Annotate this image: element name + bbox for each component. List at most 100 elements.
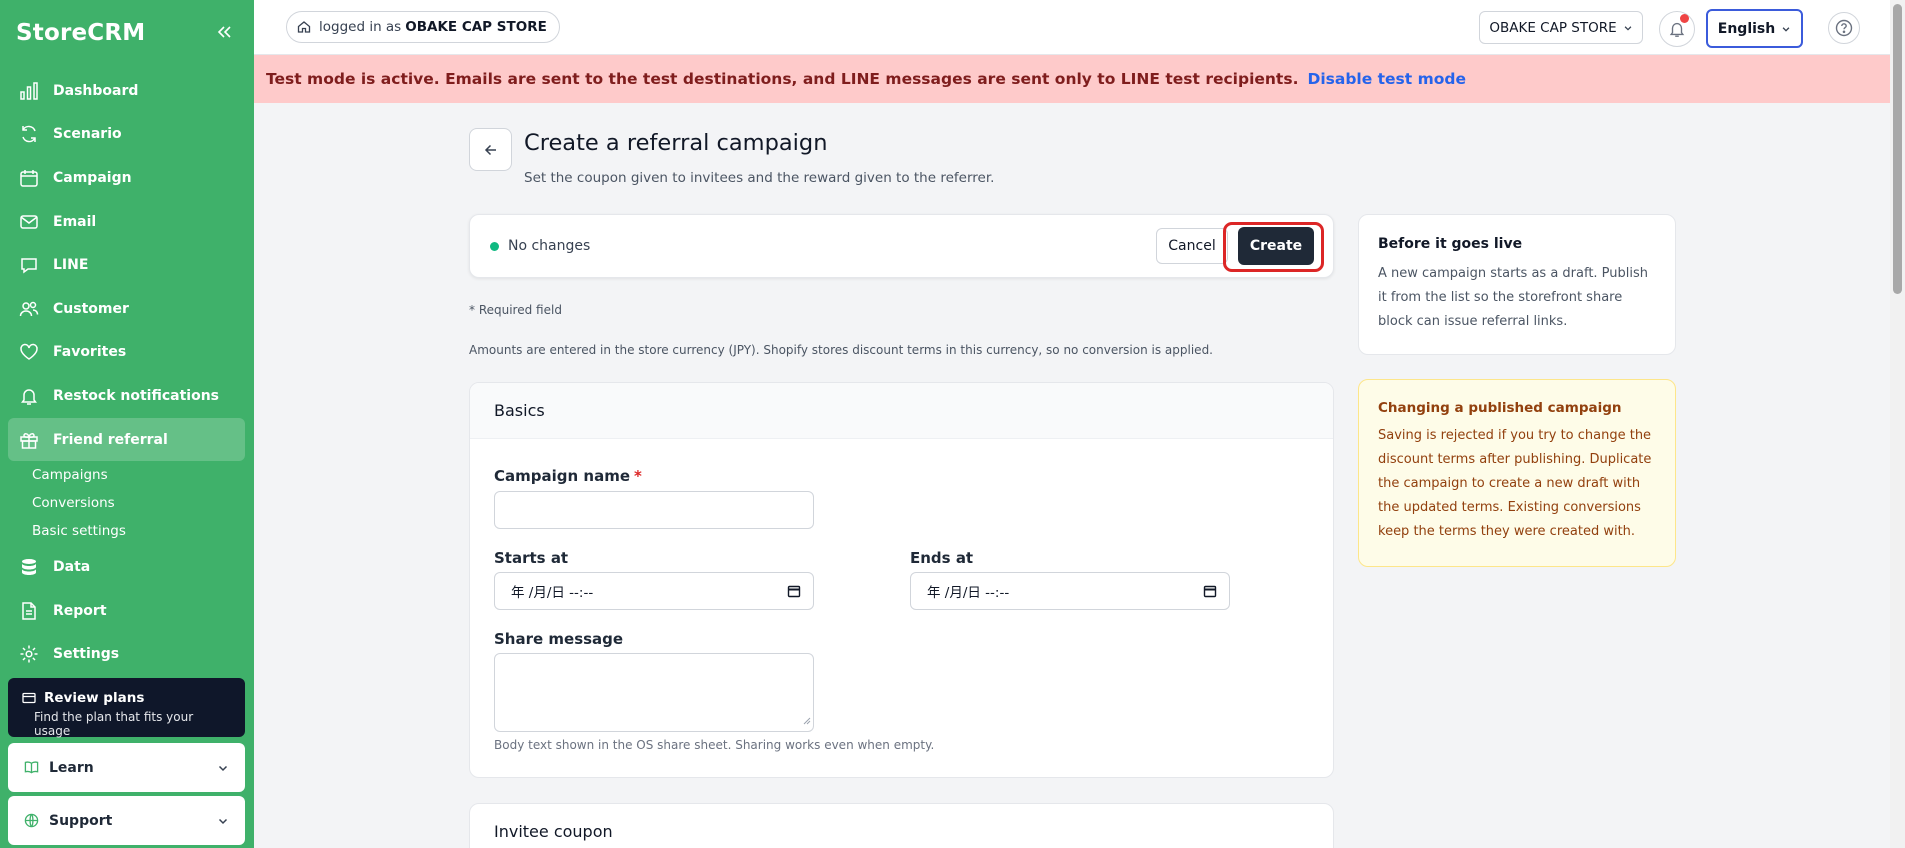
chat-bubble-icon	[18, 254, 40, 276]
sidebar-item-label: Restock notifications	[53, 387, 220, 404]
before-live-title: Before it goes live	[1378, 236, 1523, 252]
question-icon	[1835, 19, 1853, 37]
ends-at-label: Ends at	[910, 549, 974, 567]
notifications-button[interactable]	[1659, 11, 1695, 47]
before-live-body: A new campaign starts as a draft. Publis…	[1378, 266, 1649, 329]
sidebar-item-email[interactable]: Email	[8, 200, 245, 244]
sidebar-item-favorites[interactable]: Favorites	[8, 331, 245, 375]
gift-icon	[18, 429, 40, 451]
ends-at-value: 年 /月/日 --:--	[927, 585, 1010, 601]
share-message-textarea[interactable]	[494, 653, 814, 732]
chevron-down-icon	[217, 815, 229, 827]
support-accordion[interactable]: Support	[8, 796, 245, 845]
starts-at-value: 年 /月/日 --:--	[511, 585, 594, 601]
sidebar-item-label: Report	[53, 602, 107, 619]
sidebar-item-line[interactable]: LINE	[8, 243, 245, 287]
sidebar-item-label: Friend referral	[53, 431, 168, 448]
sidebar-item-label: Favorites	[53, 344, 127, 361]
basics-heading: Basics	[470, 383, 1333, 439]
database-icon	[18, 556, 40, 578]
subnav-conversions[interactable]: Conversions	[32, 489, 245, 517]
logged-in-prefix: logged in as	[319, 19, 402, 35]
save-status: No changes	[490, 238, 590, 254]
learn-accordion[interactable]: Learn	[8, 743, 245, 792]
sidebar-item-label: Dashboard	[53, 82, 139, 99]
back-button[interactable]	[469, 128, 512, 171]
review-plans-subtitle: Find the plan that fits your usage	[34, 710, 194, 738]
scrollbar-thumb[interactable]	[1893, 4, 1902, 294]
chevron-down-icon	[217, 762, 229, 774]
sidebar-item-label: Settings	[53, 646, 120, 663]
language-label: English	[1717, 20, 1776, 37]
sidebar-item-friend-referral[interactable]: Friend referral	[8, 417, 245, 462]
status-text: No changes	[508, 238, 591, 254]
campaign-name-label: Campaign name *	[494, 467, 642, 485]
sidebar-item-campaign[interactable]: Campaign	[8, 156, 245, 200]
globe-icon	[24, 813, 39, 828]
starts-at-label: Starts at	[494, 549, 569, 567]
test-mode-banner: Test mode is active. Emails are sent to …	[254, 55, 1890, 103]
page-scrollbar[interactable]	[1890, 0, 1905, 848]
page-subtitle: Set the coupon given to invitees and the…	[524, 170, 995, 186]
disable-test-mode-link[interactable]: Disable test mode	[1307, 70, 1466, 88]
sidebar-nav: Dashboard Scenario Campaign Email LINE C…	[8, 69, 245, 676]
before-live-card: Before it goes live A new campaign start…	[1358, 214, 1676, 355]
mail-icon	[18, 211, 40, 233]
sidebar-item-restock[interactable]: Restock notifications	[8, 374, 245, 418]
logged-in-store: OBAKE CAP STORE	[405, 19, 547, 35]
published-warning-title: Changing a published campaign	[1378, 400, 1622, 416]
page-title: Create a referral campaign	[524, 130, 828, 156]
required-field-note: * Required field	[469, 303, 562, 317]
invitee-coupon-card: Invitee coupon	[469, 803, 1334, 848]
status-dot	[490, 241, 499, 251]
arrow-left-icon	[483, 142, 499, 158]
calendar-icon[interactable]	[1203, 584, 1217, 598]
currency-note: Amounts are entered in the store currenc…	[469, 343, 1213, 357]
sidebar-item-label: LINE	[53, 257, 89, 274]
users-icon	[18, 298, 40, 320]
starts-at-input[interactable]: 年 /月/日 --:--	[494, 572, 814, 610]
sidebar: StoreCRM Dashboard Scenario Campaign Ema…	[0, 0, 254, 848]
published-warning-card: Changing a published campaign Saving is …	[1358, 379, 1676, 567]
sidebar-item-customer[interactable]: Customer	[8, 287, 245, 331]
gear-icon	[18, 643, 40, 665]
store-selector[interactable]: OBAKE CAP STORE	[1479, 11, 1643, 44]
help-button[interactable]	[1828, 12, 1860, 44]
sidebar-item-label: Campaign	[53, 169, 132, 186]
required-star: *	[634, 467, 642, 485]
review-plans-card[interactable]: Review plans Find the plan that fits you…	[8, 678, 245, 738]
sidebar-item-label: Customer	[53, 300, 129, 317]
file-icon	[18, 600, 40, 622]
home-icon	[297, 20, 311, 34]
cancel-button[interactable]: Cancel	[1156, 228, 1228, 264]
sidebar-item-settings[interactable]: Settings	[8, 633, 245, 677]
calendar-icon[interactable]	[787, 584, 801, 598]
sidebar-item-label: Scenario	[53, 126, 122, 143]
campaign-name-input[interactable]	[494, 491, 814, 529]
create-button[interactable]: Create	[1238, 227, 1314, 265]
subnav-campaigns[interactable]: Campaigns	[32, 461, 245, 489]
test-mode-message: Test mode is active. Emails are sent to …	[266, 70, 1299, 88]
sidebar-item-data[interactable]: Data	[8, 545, 245, 589]
sidebar-item-dashboard[interactable]: Dashboard	[8, 69, 245, 113]
subnav-basic-settings[interactable]: Basic settings	[32, 517, 245, 545]
support-label: Support	[49, 812, 113, 829]
share-message-label: Share message	[494, 630, 624, 648]
chevron-down-icon	[1623, 23, 1633, 33]
learn-label: Learn	[49, 759, 94, 776]
resize-handle-icon[interactable]	[801, 710, 811, 729]
campaign-name-label-text: Campaign name	[494, 467, 631, 485]
sidebar-item-report[interactable]: Report	[8, 589, 245, 633]
heart-icon	[18, 341, 40, 363]
logged-in-indicator[interactable]: logged in as OBAKE CAP STORE	[286, 11, 560, 43]
language-selector[interactable]: English	[1706, 9, 1803, 48]
collapse-sidebar-icon[interactable]	[214, 22, 234, 42]
sidebar-item-scenario[interactable]: Scenario	[8, 113, 245, 157]
ends-at-input[interactable]: 年 /月/日 --:--	[910, 572, 1230, 610]
sidebar-item-label: Email	[53, 213, 97, 230]
review-plans-title: Review plans	[44, 690, 145, 706]
store-selector-label: OBAKE CAP STORE	[1489, 19, 1617, 36]
published-warning-body: Saving is rejected if you try to change …	[1378, 428, 1652, 539]
brand-logo[interactable]: StoreCRM	[16, 20, 145, 46]
bell-icon	[18, 385, 40, 407]
